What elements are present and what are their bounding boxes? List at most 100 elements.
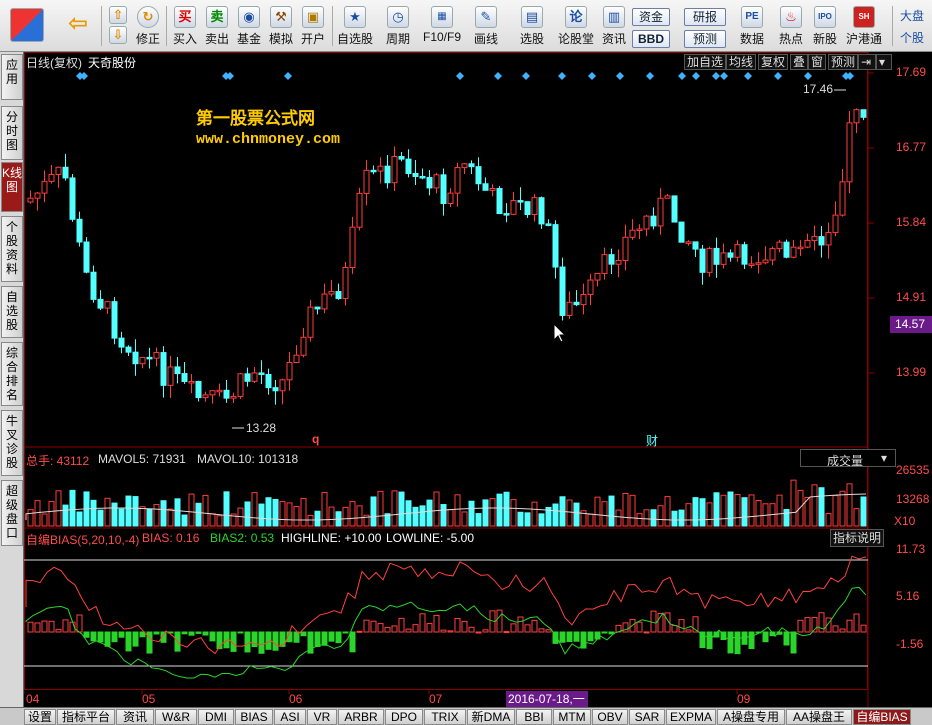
volume-bar — [692, 497, 699, 527]
window-button[interactable]: 窗 — [808, 54, 827, 70]
stock-screen-button[interactable]: ▤ 选股 — [510, 4, 554, 50]
data-button[interactable]: PE 数据 — [734, 4, 770, 50]
tab-aa-trade-king[interactable]: AA操盘王 — [786, 709, 852, 725]
volume-bar — [447, 509, 454, 527]
bias-bar — [440, 629, 447, 633]
volume-bar — [279, 501, 286, 527]
tab-obv[interactable]: OBV — [592, 709, 628, 725]
watchlist-button[interactable]: ★ 自选股 — [334, 4, 376, 50]
tab-kline[interactable]: K线图 — [1, 162, 23, 212]
tab-diagnosis[interactable]: 牛叉诊股 — [1, 410, 23, 476]
volume-bar — [391, 490, 398, 527]
tab-sar[interactable]: SAR — [629, 709, 665, 725]
fund-button[interactable]: ◉ 基金 — [234, 4, 264, 50]
volume-bar — [622, 492, 629, 527]
candle-body — [167, 366, 174, 386]
tab-a-trade[interactable]: A操盘专用 — [717, 709, 785, 725]
tab-news[interactable]: 资讯 — [116, 709, 154, 725]
tab-asi[interactable]: ASI — [274, 709, 306, 725]
bias-bar — [356, 630, 363, 633]
market-button[interactable]: 大盘 — [894, 8, 930, 26]
back-button[interactable]: ⇦ — [56, 4, 100, 50]
f10-button[interactable]: ▦ F10/F9 — [420, 4, 464, 50]
research-button[interactable]: 研报 — [684, 8, 726, 26]
current-price-badge: 14.57 — [890, 316, 932, 333]
open-account-button[interactable]: ▣ 开户 — [298, 4, 328, 50]
tab-watchlist[interactable]: 自选股 — [1, 286, 23, 338]
tab-trix[interactable]: TRIX — [424, 709, 466, 725]
bias-bar — [832, 625, 839, 633]
candle-body — [321, 293, 328, 310]
draw-line-button[interactable]: ✎ 画线 — [466, 4, 506, 50]
bias-bar — [384, 626, 391, 633]
tab-settings[interactable]: 设置 — [24, 709, 56, 725]
volume-bar — [482, 499, 489, 527]
tab-super-quote[interactable]: 超级盘口 — [1, 480, 23, 546]
bias-bar — [846, 619, 853, 633]
tab-mtm[interactable]: MTM — [553, 709, 591, 725]
candle-body — [447, 192, 454, 205]
volume-tick-1: 26535 — [896, 463, 930, 477]
tab-ranking[interactable]: 综合排名 — [1, 342, 23, 406]
star-icon: ★ — [344, 6, 366, 28]
candle-body — [27, 197, 34, 203]
tab-indicator-platform[interactable]: 指标平台 — [57, 709, 115, 725]
hammer-icon: ⚒ — [270, 6, 292, 28]
tab-bias[interactable]: BIAS — [235, 709, 273, 725]
ipo-button[interactable]: IPO 新股 — [810, 4, 840, 50]
tab-vr[interactable]: VR — [307, 709, 337, 725]
tab-dpo[interactable]: DPO — [385, 709, 423, 725]
bias-bar — [482, 629, 489, 633]
tab-stock-info[interactable]: 个股资料 — [1, 216, 23, 282]
event-marker-q[interactable]: q — [312, 432, 319, 446]
tab-new-dma[interactable]: 新DMA — [467, 709, 515, 725]
hotspot-button[interactable]: ♨ 热点 — [774, 4, 808, 50]
forecast-chart-button[interactable]: 预测 — [828, 54, 859, 70]
tab-expma[interactable]: EXPMA — [666, 709, 716, 725]
candle-body — [727, 252, 734, 258]
expand-icon[interactable]: ⇥ — [858, 54, 876, 70]
add-watchlist-button[interactable]: 加自选 — [684, 54, 727, 70]
bias-bar — [804, 617, 811, 633]
app-logo-button[interactable] — [4, 4, 50, 50]
tab-custom-bias[interactable]: 自编BIAS — [853, 709, 911, 725]
volume-bar — [657, 505, 664, 527]
buy-button[interactable]: 买 买入 — [170, 4, 200, 50]
overlay-button[interactable]: 叠 — [790, 54, 809, 70]
volume-bar — [426, 499, 433, 527]
chart-canvas — [24, 52, 874, 707]
tab-wr[interactable]: W&R — [155, 709, 197, 725]
fund-flow-button[interactable]: 资金 — [632, 8, 670, 26]
tab-dmi[interactable]: DMI — [198, 709, 234, 725]
tab-arbr[interactable]: ARBR — [338, 709, 384, 725]
forum-button[interactable]: 论 论股堂 — [556, 4, 596, 50]
chevron-down-icon[interactable]: ▾ — [876, 54, 892, 70]
kline-chart-area[interactable]: 日线(复权) 天奇股份 加自选 均线 复权 叠 窗 预测 ⇥ ▾ 第一股票公式网… — [24, 52, 932, 707]
refresh-icon: ↻ — [137, 6, 159, 28]
bias-bar — [671, 625, 678, 633]
news-button[interactable]: ▥ 资讯 — [598, 4, 630, 50]
stock-button[interactable]: 个股 — [894, 30, 930, 48]
sell-button[interactable]: 卖 卖出 — [202, 4, 232, 50]
page-up-button[interactable]: ⇧ ⇩ — [104, 4, 132, 50]
candle-body — [237, 373, 244, 397]
bbd-button[interactable]: BBD — [632, 30, 670, 48]
tab-intraday[interactable]: 分时图 — [1, 106, 23, 160]
tab-app[interactable]: 应用 — [1, 54, 23, 100]
simulate-button[interactable]: ⚒ 模拟 — [266, 4, 296, 50]
candle-body — [356, 192, 363, 228]
tab-bbi[interactable]: BBI — [516, 709, 552, 725]
candle-body — [314, 306, 321, 310]
finance-marker[interactable]: 财 — [646, 432, 658, 449]
left-tab-bar: 应用 分时图 K线图 个股资料 自选股 综合排名 牛叉诊股 超级盘口 — [0, 52, 24, 707]
bias-bar — [34, 622, 41, 633]
ma-button[interactable]: 均线 — [726, 54, 757, 70]
correct-button[interactable]: ↻ 修正 — [134, 4, 162, 50]
adjust-button[interactable]: 复权 — [758, 54, 789, 70]
hk-connect-button[interactable]: SH 沪港通 — [842, 4, 886, 50]
candle-body — [622, 236, 629, 262]
forecast-button[interactable]: 预测 — [684, 30, 726, 48]
period-button[interactable]: ◷ 周期 — [378, 4, 418, 50]
indicator-help-button[interactable]: 指标说明 — [830, 529, 885, 547]
indicator-select[interactable]: 成交量 ▾ — [800, 449, 896, 468]
